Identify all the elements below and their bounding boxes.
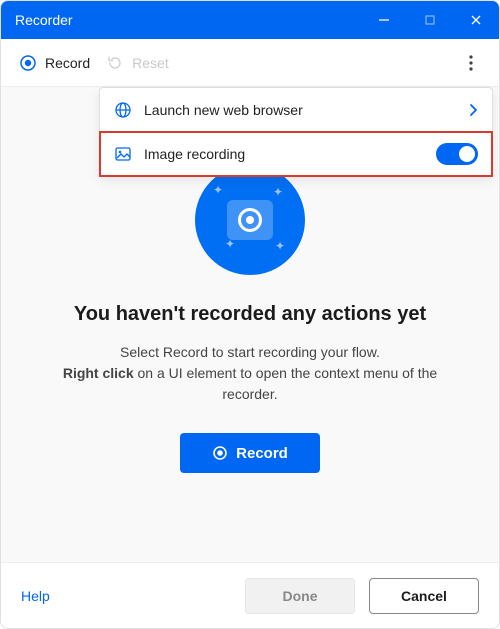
more-vertical-icon (469, 55, 473, 71)
image-recording-label: Image recording (144, 146, 424, 162)
reset-icon (106, 54, 124, 72)
close-button[interactable] (453, 1, 499, 39)
camera-lens-icon (238, 208, 262, 232)
reset-toolbar-button: Reset (98, 50, 177, 76)
minimize-button[interactable] (361, 1, 407, 39)
maximize-icon (424, 14, 436, 26)
globe-icon (114, 101, 132, 119)
launch-browser-label: Launch new web browser (144, 102, 456, 118)
done-button-label: Done (283, 588, 318, 604)
title-bar: Recorder (1, 1, 499, 39)
sparkle-icon: ✦ (225, 237, 235, 251)
image-recording-item[interactable]: Image recording (100, 132, 492, 176)
footer: Help Done Cancel (1, 562, 499, 628)
subtext-line2b: on a UI element to open the context menu… (134, 365, 438, 402)
launch-browser-item[interactable]: Launch new web browser (100, 88, 492, 132)
sparkle-icon: ✦ (213, 183, 223, 197)
chevron-right-icon (468, 103, 478, 117)
empty-state-headline: You haven't recorded any actions yet (74, 303, 426, 326)
record-button-label: Record (236, 445, 288, 462)
window-title: Recorder (15, 12, 73, 28)
camera-icon (227, 200, 273, 240)
record-dot-icon (212, 445, 228, 461)
close-icon (470, 14, 482, 26)
window-controls (361, 1, 499, 39)
more-options-dropdown: Launch new web browser Image recording (99, 87, 493, 177)
help-link[interactable]: Help (21, 588, 50, 604)
image-recording-toggle[interactable] (436, 143, 478, 165)
minimize-icon (378, 14, 390, 26)
record-toolbar-label: Record (45, 55, 90, 71)
image-icon (114, 145, 132, 163)
empty-state-subtext: Select Record to start recording your fl… (50, 342, 450, 405)
subtext-line1: Select Record to start recording your fl… (120, 344, 380, 360)
recorder-window: Recorder Record Reset (0, 0, 500, 629)
content-area: Launch new web browser Image recording ✦… (1, 87, 499, 562)
hero-circle: ✦ ✦ ✦ ✦ (195, 165, 305, 275)
subtext-bold: Right click (63, 365, 134, 381)
hero-illustration: ✦ ✦ ✦ ✦ (195, 165, 305, 275)
cancel-button-label: Cancel (401, 588, 447, 604)
done-button: Done (245, 578, 355, 614)
reset-toolbar-label: Reset (132, 55, 169, 71)
record-toolbar-button[interactable]: Record (11, 50, 98, 76)
more-options-button[interactable] (453, 45, 489, 81)
toggle-knob (459, 146, 475, 162)
record-dot-icon (19, 54, 37, 72)
record-button[interactable]: Record (180, 433, 320, 473)
cancel-button[interactable]: Cancel (369, 578, 479, 614)
toolbar: Record Reset (1, 39, 499, 87)
camera-dot-icon (246, 216, 254, 224)
maximize-button[interactable] (407, 1, 453, 39)
sparkle-icon: ✦ (275, 239, 285, 253)
sparkle-icon: ✦ (273, 185, 283, 199)
